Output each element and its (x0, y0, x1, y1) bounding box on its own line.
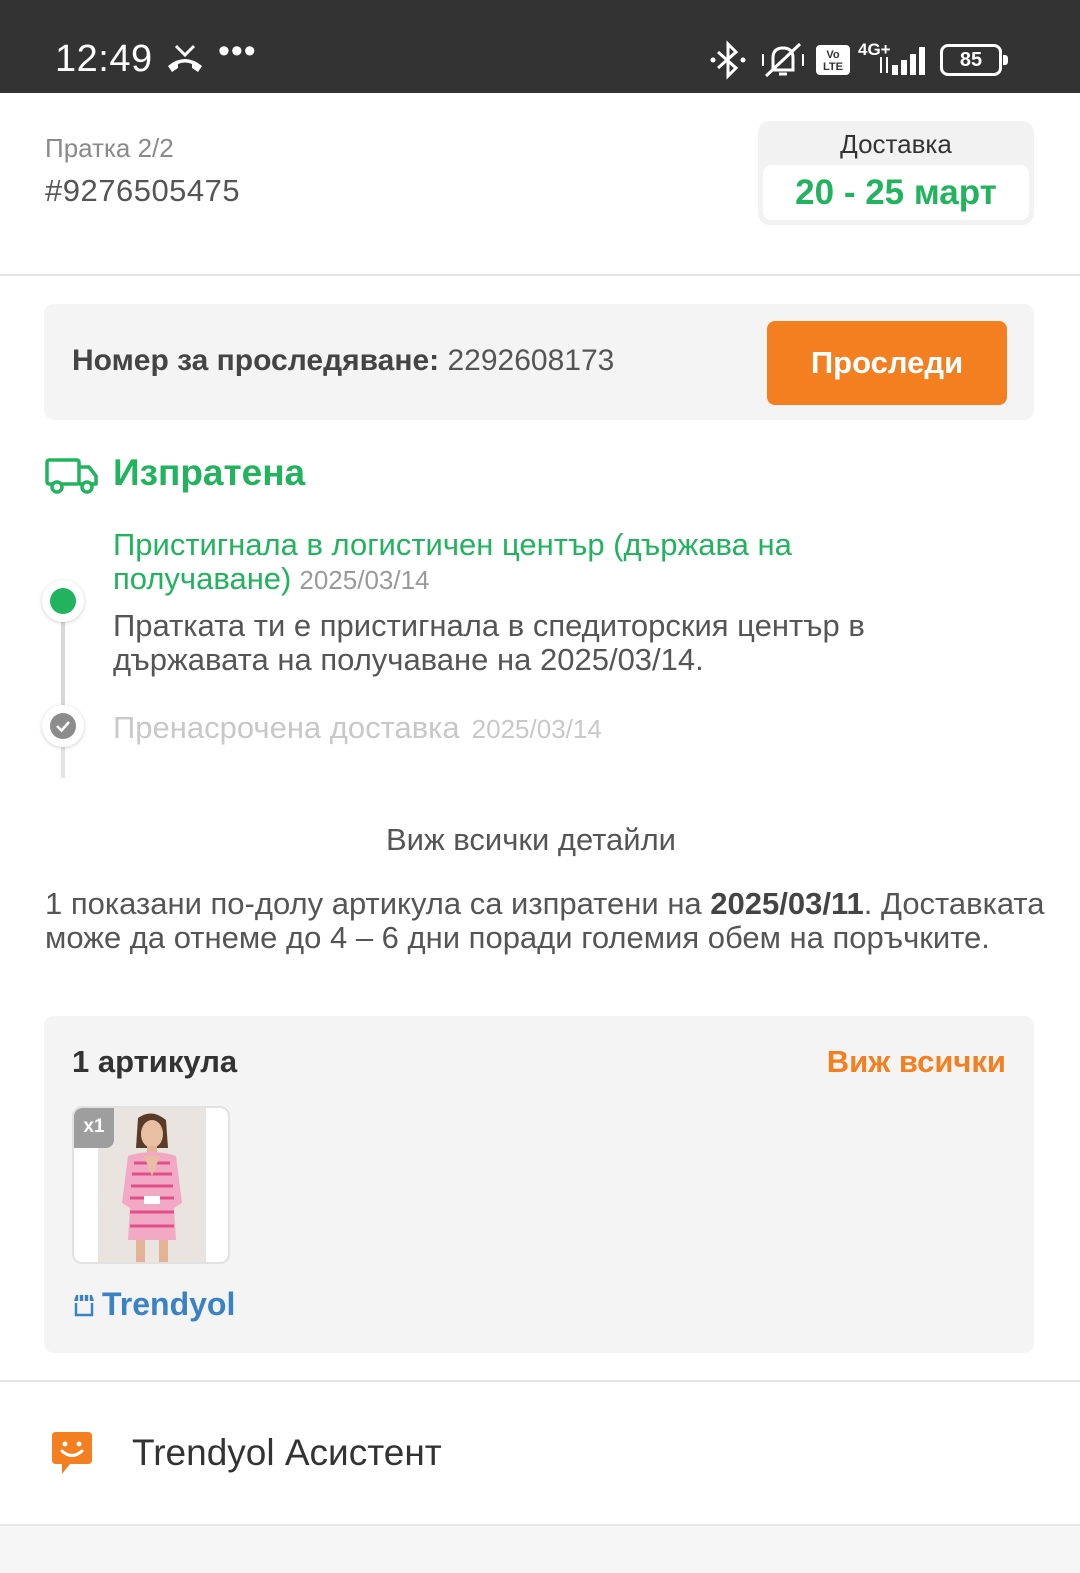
shipment-status: Изпратена (113, 452, 306, 493)
truck-icon (45, 458, 98, 494)
store-name: Trendyol (102, 1286, 236, 1322)
package-label: Пратка 2/2 (45, 133, 174, 163)
timeline-event-title: Пристигнала в логистичен център (държава… (113, 528, 1013, 597)
delivery-label: Доставка (840, 129, 952, 159)
timeline-check-icon (42, 705, 84, 747)
volte-icon: Vo LTE (816, 45, 850, 75)
timeline-event-name: Пристигнала в логистичен център (държава… (113, 527, 792, 596)
status-time: 12:49 (55, 38, 153, 80)
signal-icon (880, 47, 925, 75)
status-bar: 12:49 ••• Vo LTE 4G+ 85 (0, 0, 1080, 93)
timeline-line (61, 615, 65, 713)
see-all-details-link[interactable]: Виж всички детайли (0, 822, 1062, 858)
package-number: #9276505475 (45, 173, 241, 208)
timeline-event-title: Пренасрочена доставка 2025/03/14 (113, 710, 602, 746)
delivery-date-range: 20 - 25 март (763, 165, 1029, 220)
items-panel: 1 артикула Виж всички x1 Trendyol (44, 1016, 1034, 1353)
timeline-event-date: 2025/03/14 (299, 565, 430, 595)
timeline-event-description: Пратката ти е пристигнала в спедиторския… (113, 608, 865, 677)
more-notifications-icon: ••• (218, 32, 257, 70)
product-photo (98, 1108, 206, 1262)
timeline-event-name: Пренасрочена доставка (113, 710, 460, 745)
volte-line1: Vo (826, 49, 840, 61)
product-thumbnail[interactable]: x1 (72, 1106, 230, 1264)
shipped-note-text: 1 показани по-долу артикула са изпратени… (45, 886, 711, 921)
tracking-label: Номер за проследяване: (72, 344, 440, 377)
track-button[interactable]: Проследи (767, 321, 1007, 405)
bottom-background (0, 1526, 1080, 1573)
battery-indicator: 85 (940, 44, 1008, 76)
timeline-current-dot (42, 580, 84, 622)
shipped-note: 1 показани по-долу артикула са изпратени… (45, 887, 1045, 955)
timeline-event-date: 2025/03/14 (471, 714, 602, 744)
divider (0, 1380, 1080, 1382)
assistant-chat-icon (52, 1432, 92, 1474)
items-count: 1 артикула (72, 1044, 238, 1079)
tracking-panel: Номер за проследяване: 2292608173 Просле… (44, 304, 1034, 420)
bluetooth-icon (710, 40, 746, 80)
tracking-number-row: Номер за проследяване: 2292608173 (72, 344, 614, 378)
vibrate-mute-icon (762, 42, 804, 78)
quantity-badge: x1 (74, 1108, 114, 1148)
volte-line2: LTE (823, 61, 843, 73)
store-icon (74, 1295, 94, 1317)
missed-call-icon (168, 44, 202, 72)
assistant-row[interactable]: Trendyol Асистент (132, 1432, 442, 1474)
view-all-items-link[interactable]: Виж всички (827, 1044, 1006, 1080)
timeline-line (61, 742, 65, 778)
divider (0, 274, 1080, 276)
tracking-number[interactable]: 2292608173 (448, 344, 615, 377)
store-link[interactable]: Trendyol (72, 1286, 235, 1323)
shipped-date: 2025/03/11 (710, 886, 864, 921)
delivery-estimate: Доставка 20 - 25 март (758, 121, 1034, 225)
